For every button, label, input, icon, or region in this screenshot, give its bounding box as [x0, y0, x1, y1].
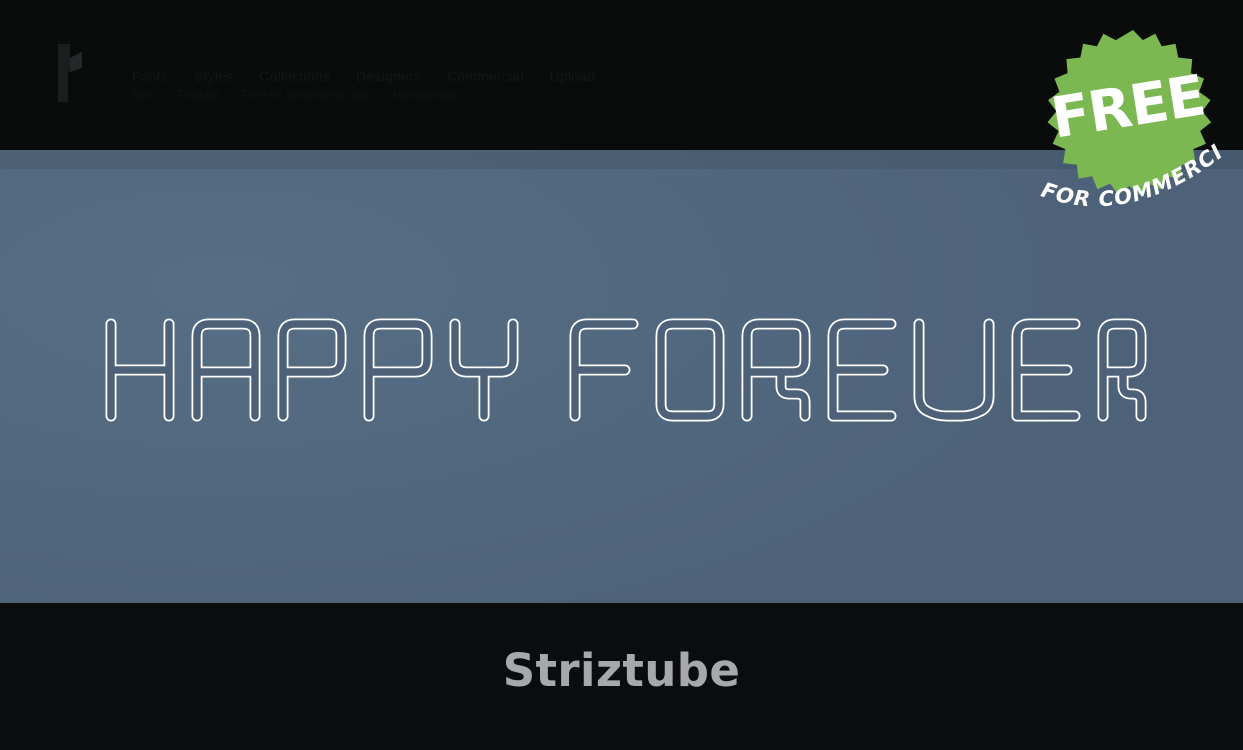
header-subnav-item-new[interactable]: New	[132, 88, 156, 102]
font-name-title: Striztube	[502, 644, 741, 697]
header-nav-item-designers[interactable]: Designers	[356, 68, 421, 84]
header-subnav-item-handwriting[interactable]: Handwriting	[393, 88, 456, 102]
header-nav-item-commercial[interactable]: Commercial	[447, 68, 524, 84]
header-nav-item-fonts[interactable]: Fonts	[132, 68, 168, 84]
font-name-footer: Striztube	[0, 603, 1243, 750]
header-subnav[interactable]: New Popular Free for commercial use Hand…	[132, 88, 456, 102]
header-nav-item-collections[interactable]: Collections	[259, 68, 330, 84]
site-logo-icon[interactable]	[52, 42, 98, 104]
font-preview-panel[interactable]	[0, 150, 1243, 603]
free-for-commercial-use-badge[interactable]: FREE FOR COMMERCIAL USE	[1017, 3, 1238, 212]
font-sample-text-wrap	[0, 150, 1243, 603]
header-subnav-item-free[interactable]: Free for commercial use	[241, 88, 370, 102]
header-nav-item-styles[interactable]: Styles	[194, 68, 233, 84]
header-nav-item-upload[interactable]: Upload	[550, 68, 596, 84]
header-subnav-item-popular[interactable]: Popular	[178, 88, 219, 102]
font-sample-text	[97, 312, 1147, 442]
header-nav[interactable]: Fonts Styles Collections Designers Comme…	[132, 68, 595, 84]
